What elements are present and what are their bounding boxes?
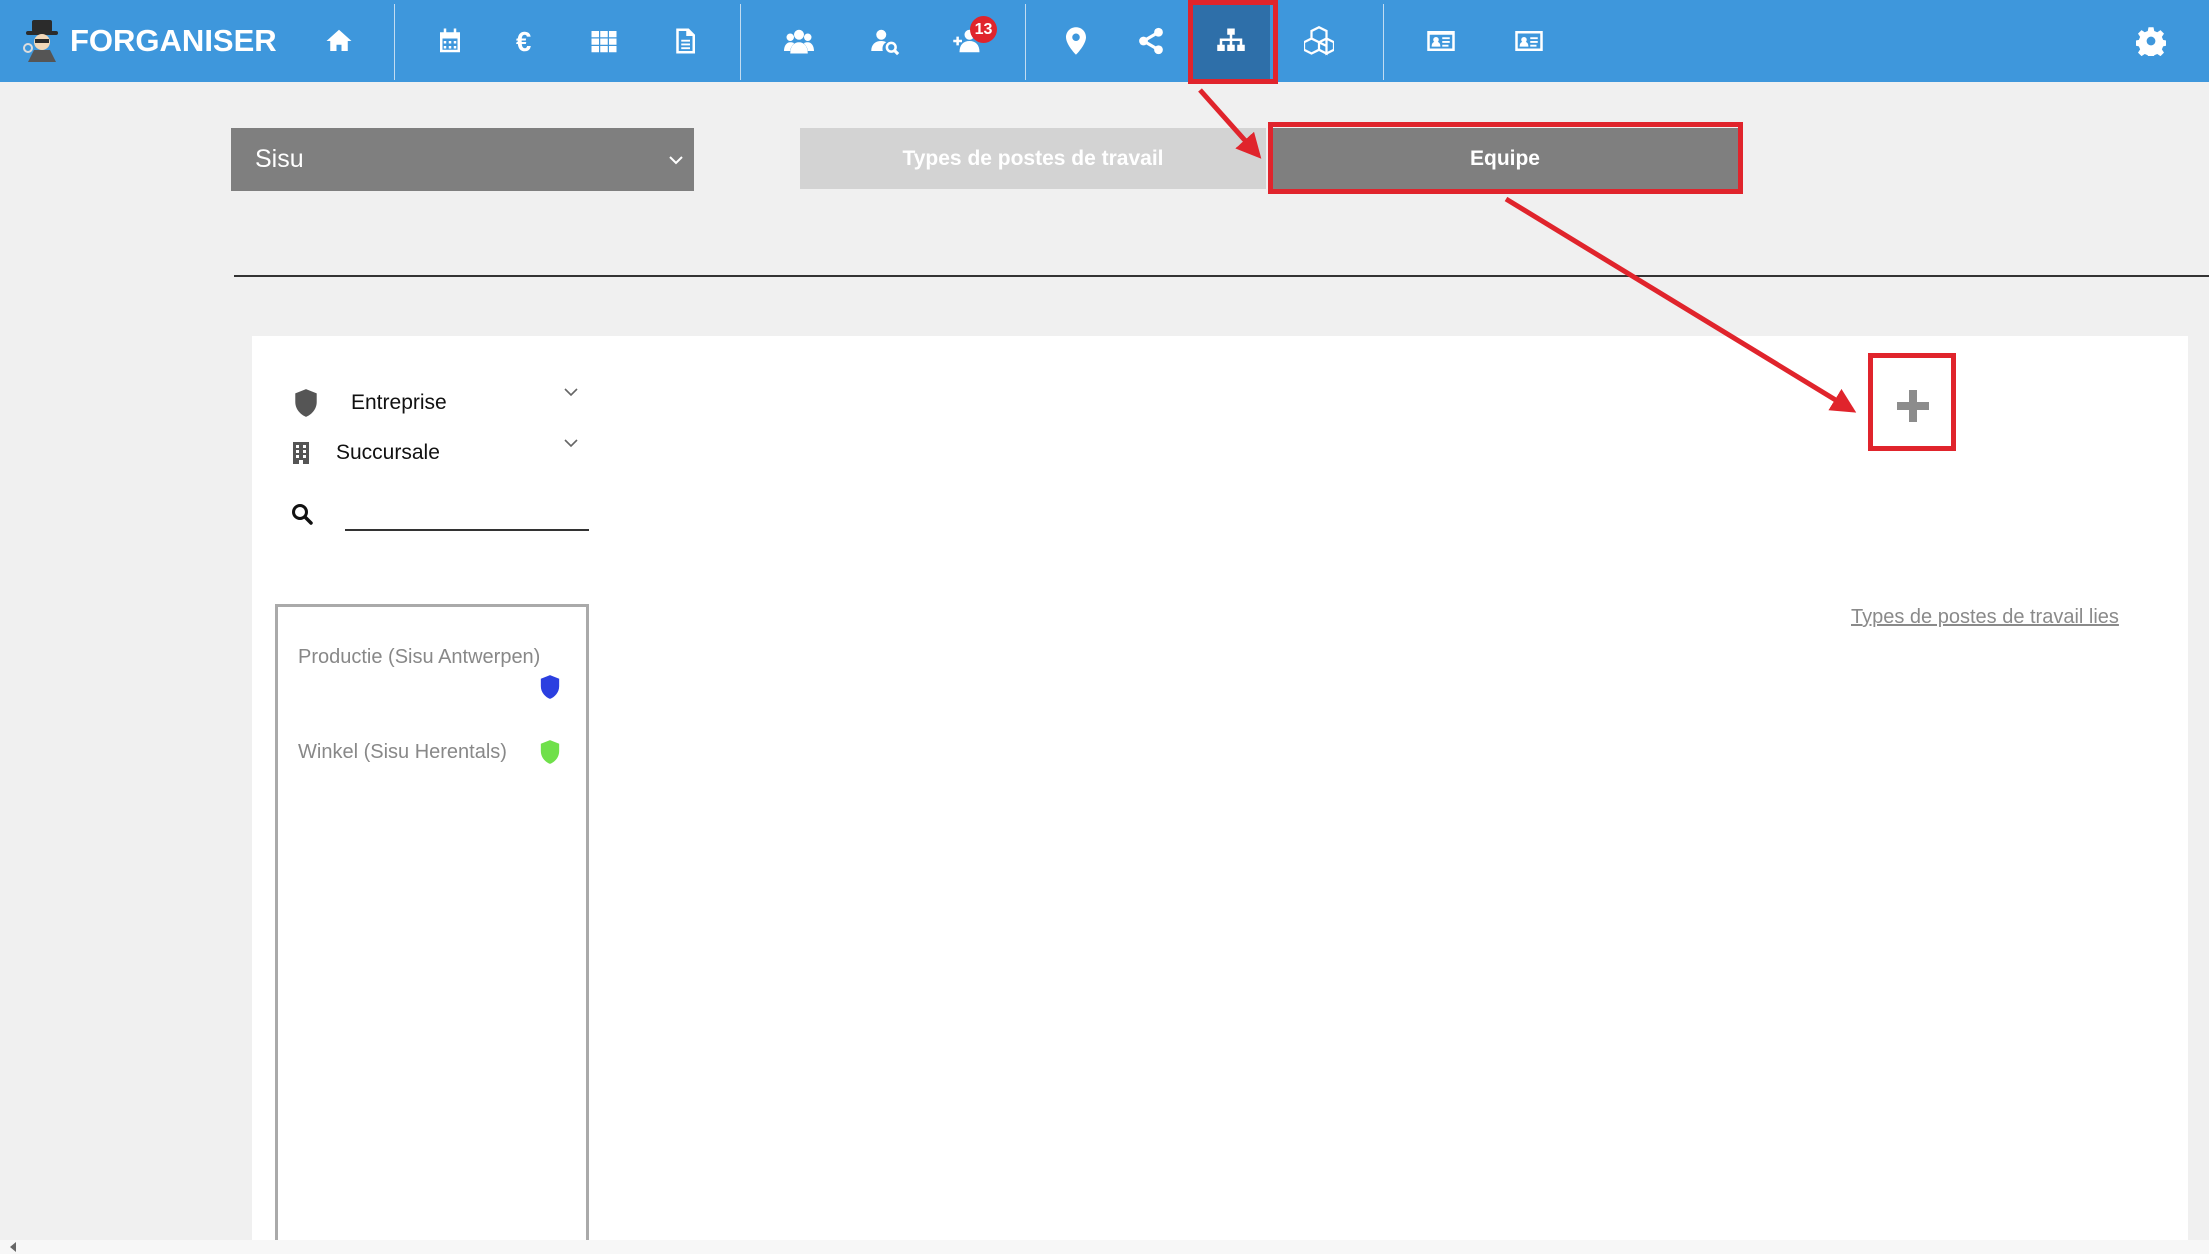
top-navigation-bar: FORGANISER € 13	[0, 0, 2209, 82]
chevron-down-icon[interactable]	[562, 437, 580, 449]
shield-icon	[295, 389, 317, 417]
app-logo[interactable]: FORGANISER	[20, 18, 277, 64]
nav-calendar[interactable]	[411, 0, 489, 82]
cubes-icon	[1304, 26, 1334, 56]
shield-icon	[540, 675, 560, 699]
map-pin-icon	[1066, 27, 1086, 55]
gear-icon	[2136, 27, 2166, 56]
nav-finance[interactable]: €	[487, 0, 565, 82]
nav-settings[interactable]	[2112, 0, 2190, 82]
nav-add-user[interactable]: 13	[928, 0, 1006, 82]
org-chart-icon	[1217, 28, 1245, 51]
nav-separator	[740, 4, 741, 80]
calendar-icon	[440, 28, 460, 53]
share-icon	[1139, 27, 1163, 55]
filter-entreprise-label: Entreprise	[351, 391, 447, 414]
search-icon	[292, 504, 313, 525]
company-select[interactable]: Sisu	[231, 128, 694, 191]
nav-documents[interactable]	[646, 0, 724, 82]
tab-equipe[interactable]: Equipe	[1272, 128, 1738, 189]
horizontal-scrollbar[interactable]	[0, 1240, 2209, 1254]
notification-badge: 13	[970, 16, 997, 43]
team-item-productie[interactable]: Productie (Sisu Antwerpen)	[298, 646, 540, 669]
team-list	[275, 604, 589, 1254]
id-card-alt-icon	[1515, 31, 1543, 51]
nav-locations[interactable]	[1037, 0, 1115, 82]
company-select-value: Sisu	[255, 145, 304, 173]
app-name: FORGANISER	[70, 23, 277, 58]
filter-succursale[interactable]: Succursale	[291, 440, 440, 466]
search-input-underline	[345, 529, 589, 531]
nav-separator	[1025, 4, 1026, 80]
nav-user-search[interactable]	[846, 0, 924, 82]
nav-employees[interactable]	[760, 0, 838, 82]
scroll-left-icon[interactable]	[8, 1241, 18, 1253]
nav-id-card[interactable]	[1402, 0, 1480, 82]
filter-succursale-label: Succursale	[336, 441, 440, 464]
home-icon	[326, 29, 352, 51]
nav-grid[interactable]	[565, 0, 643, 82]
nav-teams[interactable]	[1192, 0, 1270, 82]
nav-separator	[394, 4, 395, 80]
id-card-icon	[1427, 31, 1455, 51]
team-item-winkel[interactable]: Winkel (Sisu Herentals)	[298, 741, 507, 764]
detective-logo-icon	[23, 20, 58, 62]
filter-entreprise[interactable]: Entreprise	[293, 388, 447, 418]
building-icon	[293, 442, 309, 464]
nav-resources[interactable]	[1280, 0, 1358, 82]
users-icon	[784, 29, 814, 54]
linked-types-link[interactable]: Types de postes de travail lies	[1851, 606, 2119, 629]
add-team-button[interactable]	[1891, 384, 1935, 428]
team-item-label: Winkel (Sisu Herentals)	[298, 741, 507, 763]
grid-icon	[591, 31, 617, 53]
nav-separator	[1383, 4, 1384, 80]
team-item-label: Productie (Sisu Antwerpen)	[298, 646, 541, 668]
svg-text:€: €	[516, 26, 531, 56]
user-search-icon	[871, 29, 900, 56]
search-input[interactable]	[345, 497, 593, 531]
nav-share[interactable]	[1112, 0, 1190, 82]
chevron-down-icon[interactable]	[562, 386, 580, 398]
nav-home[interactable]	[300, 0, 378, 82]
tab-types-postes[interactable]: Types de postes de travail	[800, 128, 1266, 189]
document-icon	[676, 28, 695, 54]
nav-id-card-alt[interactable]	[1490, 0, 1568, 82]
chevron-down-icon	[669, 156, 683, 165]
shield-icon	[540, 740, 560, 764]
euro-icon: €	[516, 26, 531, 56]
divider	[234, 275, 2209, 277]
